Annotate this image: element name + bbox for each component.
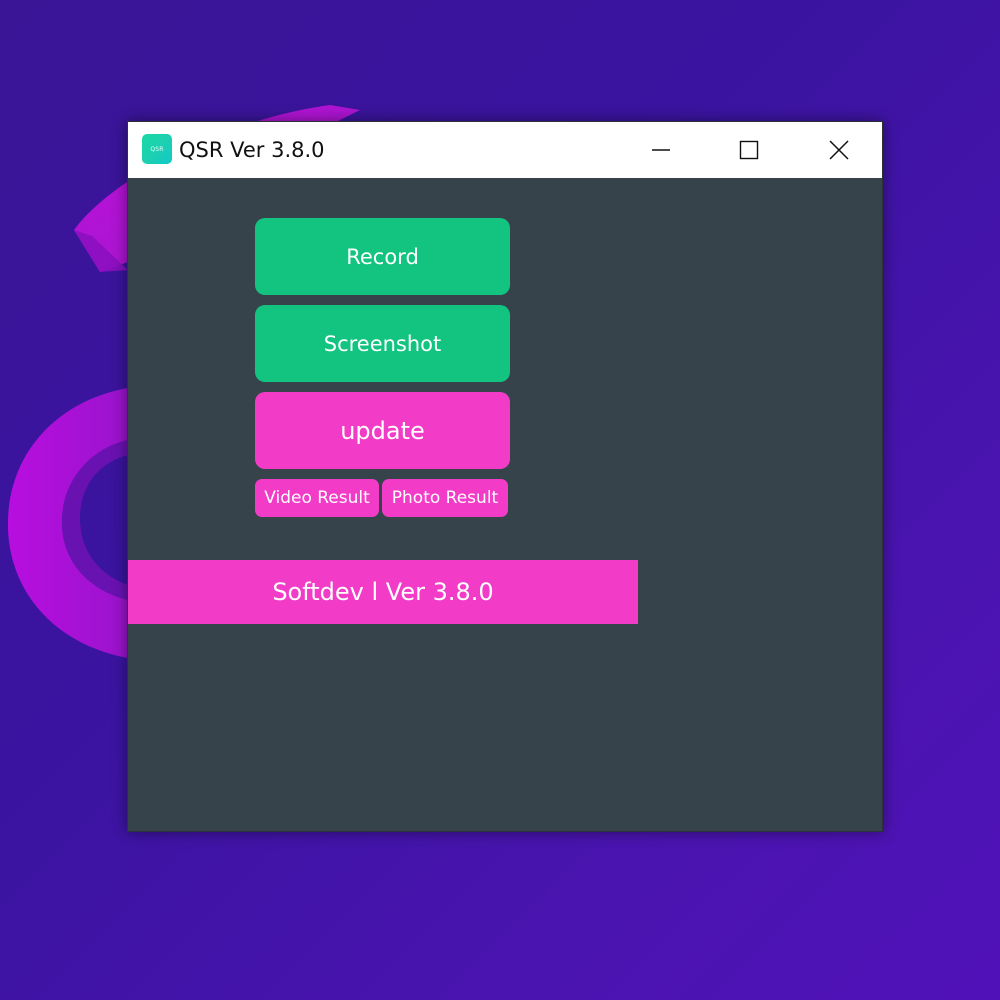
maximize-button[interactable] <box>704 122 794 178</box>
minimize-icon <box>652 149 670 151</box>
close-button[interactable] <box>794 122 884 178</box>
app-icon-label: QSR <box>150 145 164 153</box>
window-title: QSR Ver 3.8.0 <box>179 138 325 162</box>
screenshot-button[interactable]: Screenshot <box>255 305 510 382</box>
app-window: QSR QSR Ver 3.8.0 Record Screenshot upda… <box>127 121 883 832</box>
update-button[interactable]: update <box>255 392 510 469</box>
minimize-button[interactable] <box>616 122 706 178</box>
close-icon <box>829 140 849 160</box>
title-bar[interactable]: QSR QSR Ver 3.8.0 <box>128 122 882 178</box>
photo-result-button[interactable]: Photo Result <box>382 479 508 517</box>
maximize-icon <box>739 140 759 160</box>
record-button[interactable]: Record <box>255 218 510 295</box>
version-banner: Softdev l Ver 3.8.0 <box>128 560 638 624</box>
video-result-button[interactable]: Video Result <box>255 479 379 517</box>
app-icon: QSR <box>142 134 172 164</box>
desktop-background: QSR QSR Ver 3.8.0 Record Screenshot upda… <box>0 0 1000 1000</box>
